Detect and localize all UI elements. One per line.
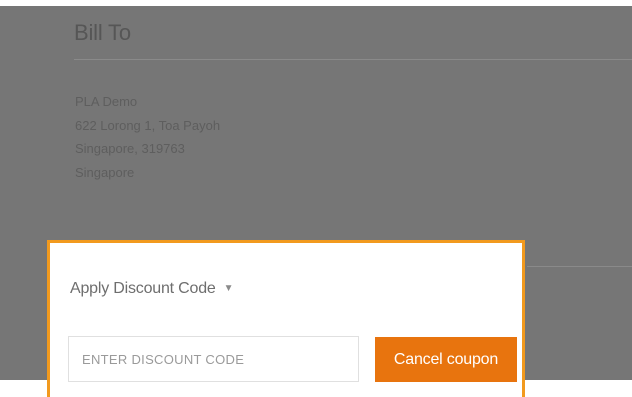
bill-to-address: PLA Demo 622 Lorong 1, Toa Payoh Singapo…: [75, 90, 220, 184]
bill-to-divider: [74, 59, 632, 60]
cancel-coupon-button[interactable]: Cancel coupon: [375, 337, 517, 382]
apply-discount-label: Apply Discount Code: [70, 280, 216, 297]
apply-discount-toggle[interactable]: Apply Discount Code ▼: [70, 280, 234, 298]
section-divider: [527, 266, 632, 267]
address-line: PLA Demo: [75, 94, 138, 109]
address-line: 622 Lorong 1, Toa Payoh: [75, 117, 221, 133]
discount-code-input[interactable]: [68, 336, 359, 382]
address-line: Singapore: [75, 164, 135, 180]
address-line: Singapore, 319763: [75, 141, 185, 156]
discount-code-panel: Apply Discount Code ▼ Cancel coupon: [47, 240, 525, 397]
bill-to-title: Bill To: [74, 20, 131, 45]
chevron-down-icon: ▼: [223, 283, 234, 294]
checkout-page: Bill To PLA Demo 622 Lorong 1, Toa Payoh…: [0, 0, 632, 397]
